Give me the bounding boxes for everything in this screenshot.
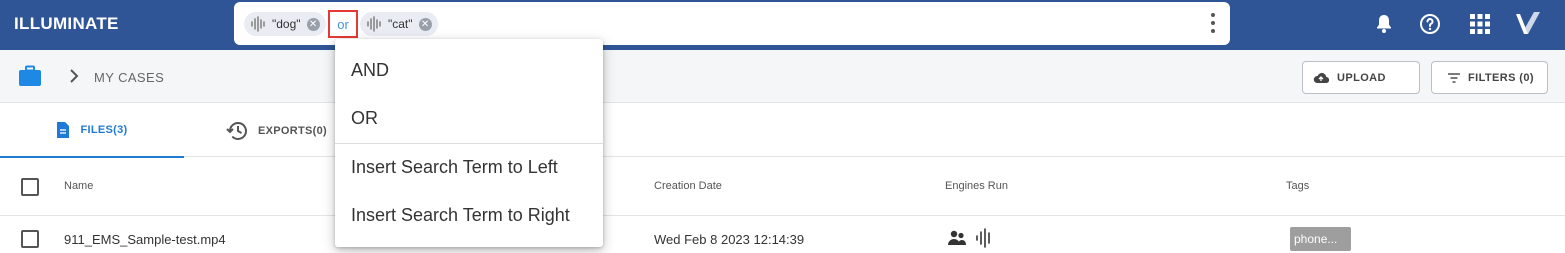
menu-item-insert-right[interactable]: Insert Search Term to Right xyxy=(335,191,603,239)
operator-menu: AND OR Insert Search Term to Left Insert… xyxy=(335,39,603,247)
tab-files[interactable]: FILES(3) xyxy=(0,104,184,158)
people-icon xyxy=(948,230,966,245)
operator-toggle[interactable]: or xyxy=(328,10,358,38)
upload-button-label: UPLOAD xyxy=(1337,71,1386,84)
column-header-tags[interactable]: Tags xyxy=(1286,180,1309,192)
audio-waveform-icon xyxy=(251,16,265,32)
table-row[interactable]: 911_EMS_Sample-test.mp4 Wed Feb 8 2023 1… xyxy=(0,217,1565,253)
upload-button[interactable]: UPLOAD xyxy=(1302,61,1420,94)
breadcrumb[interactable]: MY CASES xyxy=(94,70,164,85)
briefcase-icon[interactable] xyxy=(18,65,42,87)
tab-exports[interactable]: EXPORTS(0) xyxy=(226,104,327,158)
filter-icon xyxy=(1448,72,1460,83)
column-header-engines-run[interactable]: Engines Run xyxy=(945,180,1008,192)
remove-chip-icon[interactable]: ✕ xyxy=(306,17,320,31)
remove-chip-icon[interactable]: ✕ xyxy=(418,17,432,31)
tab-exports-label: EXPORTS(0) xyxy=(258,125,328,137)
filters-button-label: FILTERS (0) xyxy=(1468,71,1534,84)
creation-date: Wed Feb 8 2023 12:14:39 xyxy=(654,232,805,247)
file-name[interactable]: 911_EMS_Sample-test.mp4 xyxy=(64,232,226,247)
menu-item-insert-left[interactable]: Insert Search Term to Left xyxy=(335,143,603,191)
tab-files-label: FILES(3) xyxy=(80,124,128,136)
filters-button[interactable]: FILTERS (0) xyxy=(1431,61,1548,94)
search-chip-dog[interactable]: "dog" ✕ xyxy=(244,12,326,36)
veritone-logo-icon[interactable] xyxy=(1514,10,1542,38)
column-header-name[interactable]: Name xyxy=(64,180,93,192)
audio-waveform-icon xyxy=(976,228,990,248)
search-chip-label: "dog" xyxy=(272,17,301,31)
chevron-right-icon xyxy=(70,69,79,83)
menu-item-and[interactable]: AND xyxy=(335,46,603,94)
apps-grid-icon[interactable] xyxy=(1468,12,1492,36)
help-icon[interactable] xyxy=(1418,12,1442,36)
audio-waveform-icon xyxy=(367,16,381,32)
history-icon xyxy=(226,122,247,140)
cloud-upload-icon xyxy=(1313,72,1329,83)
select-all-checkbox[interactable] xyxy=(21,178,39,196)
breadcrumb-bar: MY CASES UPLOAD FILTERS (0) xyxy=(0,50,1565,103)
tab-bar: FILES(3) EXPORTS(0) xyxy=(0,104,1565,158)
tag-badge[interactable]: phone... xyxy=(1290,227,1351,251)
file-icon xyxy=(57,122,70,138)
app-root: ILLUMINATE "dog" ✕ or "cat" ✕ MY CASES U… xyxy=(0,0,1565,253)
row-checkbox[interactable] xyxy=(21,230,39,248)
notifications-bell-icon[interactable] xyxy=(1372,12,1396,36)
brand-logo-text[interactable]: ILLUMINATE xyxy=(14,14,119,34)
search-chip-label: "cat" xyxy=(388,17,413,31)
more-options-icon[interactable] xyxy=(1206,13,1220,33)
column-header-creation-date[interactable]: Creation Date xyxy=(654,180,722,192)
search-chip-cat[interactable]: "cat" ✕ xyxy=(360,12,438,36)
top-bar: ILLUMINATE "dog" ✕ or "cat" ✕ xyxy=(0,0,1565,50)
table-header: Name Creation Date Engines Run Tags xyxy=(0,158,1565,216)
menu-item-or[interactable]: OR xyxy=(335,94,603,142)
